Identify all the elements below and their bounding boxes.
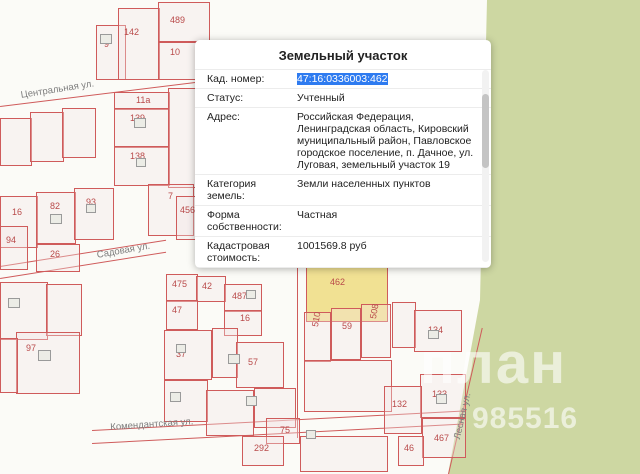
popup-field-row: Уточненная1862 кв.м bbox=[195, 267, 491, 268]
parcel-label: 57 bbox=[248, 357, 259, 367]
field-value: 1001569.8 руб bbox=[297, 240, 367, 252]
building bbox=[136, 158, 146, 167]
popup-field-row: Форма собственности: Частная bbox=[195, 205, 491, 236]
field-label: Кадастровая стоимость: bbox=[207, 240, 270, 264]
selected-cadastral-number[interactable]: 47:16:0336003:462 bbox=[297, 73, 388, 85]
building bbox=[306, 430, 316, 439]
parcel-142[interactable] bbox=[118, 8, 160, 80]
popup-field-row: Кадастровая стоимость: 1001569.8 руб bbox=[195, 236, 491, 267]
popup-field-row: Адрес: Российская Федерация, Ленинградска… bbox=[195, 107, 491, 174]
popup-title: Земельный участок bbox=[278, 48, 408, 63]
parcel-label: 10 bbox=[170, 47, 181, 57]
field-label: Статус: bbox=[207, 92, 244, 104]
street-label: Комендантская ул. bbox=[110, 416, 194, 433]
building bbox=[134, 118, 146, 128]
popup-field-row: Кад. номер: 47:16:0336003:462 bbox=[195, 69, 491, 88]
field-label: Категория земель: bbox=[207, 178, 257, 202]
building bbox=[170, 392, 181, 402]
field-value: Земли населенных пунктов bbox=[297, 178, 431, 190]
parcel[interactable] bbox=[46, 284, 82, 336]
field-label: Форма собственности: bbox=[207, 209, 282, 233]
parcel-97[interactable] bbox=[16, 332, 80, 394]
building bbox=[38, 350, 51, 361]
parcel[interactable] bbox=[392, 302, 416, 348]
boundary-line bbox=[297, 268, 298, 438]
building bbox=[428, 330, 439, 339]
building bbox=[246, 290, 256, 299]
parcel[interactable] bbox=[300, 436, 388, 472]
building bbox=[86, 204, 96, 213]
parcel-label: 467 bbox=[434, 433, 450, 443]
parcel-label: 75 bbox=[280, 425, 291, 435]
popup-scrollbar[interactable] bbox=[482, 70, 489, 262]
parcel-label: 16 bbox=[12, 207, 23, 217]
parcel[interactable] bbox=[304, 360, 392, 412]
parcel-label: 489 bbox=[170, 15, 186, 25]
field-label: Кад. номер: bbox=[207, 73, 265, 85]
parcel-label: 487 bbox=[232, 291, 248, 301]
parcel[interactable] bbox=[30, 112, 64, 162]
parcel-label: 82 bbox=[50, 201, 61, 211]
building bbox=[228, 354, 240, 364]
parcel-label: 475 bbox=[172, 279, 188, 289]
parcel-57[interactable] bbox=[236, 342, 284, 388]
parcel-94[interactable] bbox=[0, 226, 28, 270]
parcel-label: 456 bbox=[180, 205, 196, 215]
parcel-47[interactable] bbox=[166, 300, 198, 330]
cadastral-map-view: 91424891011а1391381682937456942697475424… bbox=[0, 0, 640, 474]
field-label: Адрес: bbox=[207, 111, 240, 123]
parcel-label: 97 bbox=[26, 343, 37, 353]
popup-rows: Кад. номер: 47:16:0336003:462 Статус: Учтен… bbox=[195, 69, 491, 268]
parcel-label: 292 bbox=[254, 443, 270, 453]
parcel-93[interactable] bbox=[74, 188, 114, 240]
building bbox=[246, 396, 257, 406]
parcel-label: 142 bbox=[124, 27, 140, 37]
parcel[interactable] bbox=[0, 338, 18, 393]
parcel[interactable] bbox=[0, 118, 32, 166]
parcel-59[interactable] bbox=[331, 308, 361, 360]
building bbox=[100, 34, 112, 44]
field-value: Учтенный bbox=[297, 92, 345, 104]
popup-field-row: Категория земель: Земли населенных пункто… bbox=[195, 174, 491, 205]
building bbox=[176, 344, 186, 353]
parcel-label: 42 bbox=[202, 281, 213, 291]
parcel-label: 26 bbox=[50, 249, 61, 259]
parcel-label: 132 bbox=[392, 399, 408, 409]
field-value: Российская Федерация, Ленинградская обла… bbox=[297, 111, 474, 171]
parcel[interactable] bbox=[212, 328, 238, 378]
parcel-label: 46 bbox=[404, 443, 415, 453]
parcel-label: 11а bbox=[136, 95, 151, 105]
popup-field-row: Статус: Учтенный bbox=[195, 88, 491, 107]
building bbox=[50, 214, 62, 224]
parcel-label: 7 bbox=[168, 191, 174, 201]
parcel-37[interactable] bbox=[164, 330, 212, 380]
building bbox=[436, 394, 447, 404]
parcel-132[interactable] bbox=[384, 386, 422, 434]
parcel-label: 47 bbox=[172, 305, 183, 315]
field-value: 47:16:0336003:462 bbox=[293, 73, 475, 85]
parcel[interactable] bbox=[62, 108, 96, 158]
parcel-info-popup: Земельный участок Кад. номер: 47:16:03360… bbox=[195, 40, 491, 268]
parcel-label: 94 bbox=[6, 235, 17, 245]
parcel-label: 462 bbox=[330, 277, 346, 287]
field-value: Частная bbox=[297, 209, 338, 221]
street-label: Центральная ул. bbox=[20, 78, 95, 101]
scrollbar-thumb[interactable] bbox=[482, 94, 489, 168]
parcel-label: 59 bbox=[342, 321, 353, 331]
parcel-label: 16 bbox=[240, 313, 251, 323]
building bbox=[8, 298, 20, 308]
